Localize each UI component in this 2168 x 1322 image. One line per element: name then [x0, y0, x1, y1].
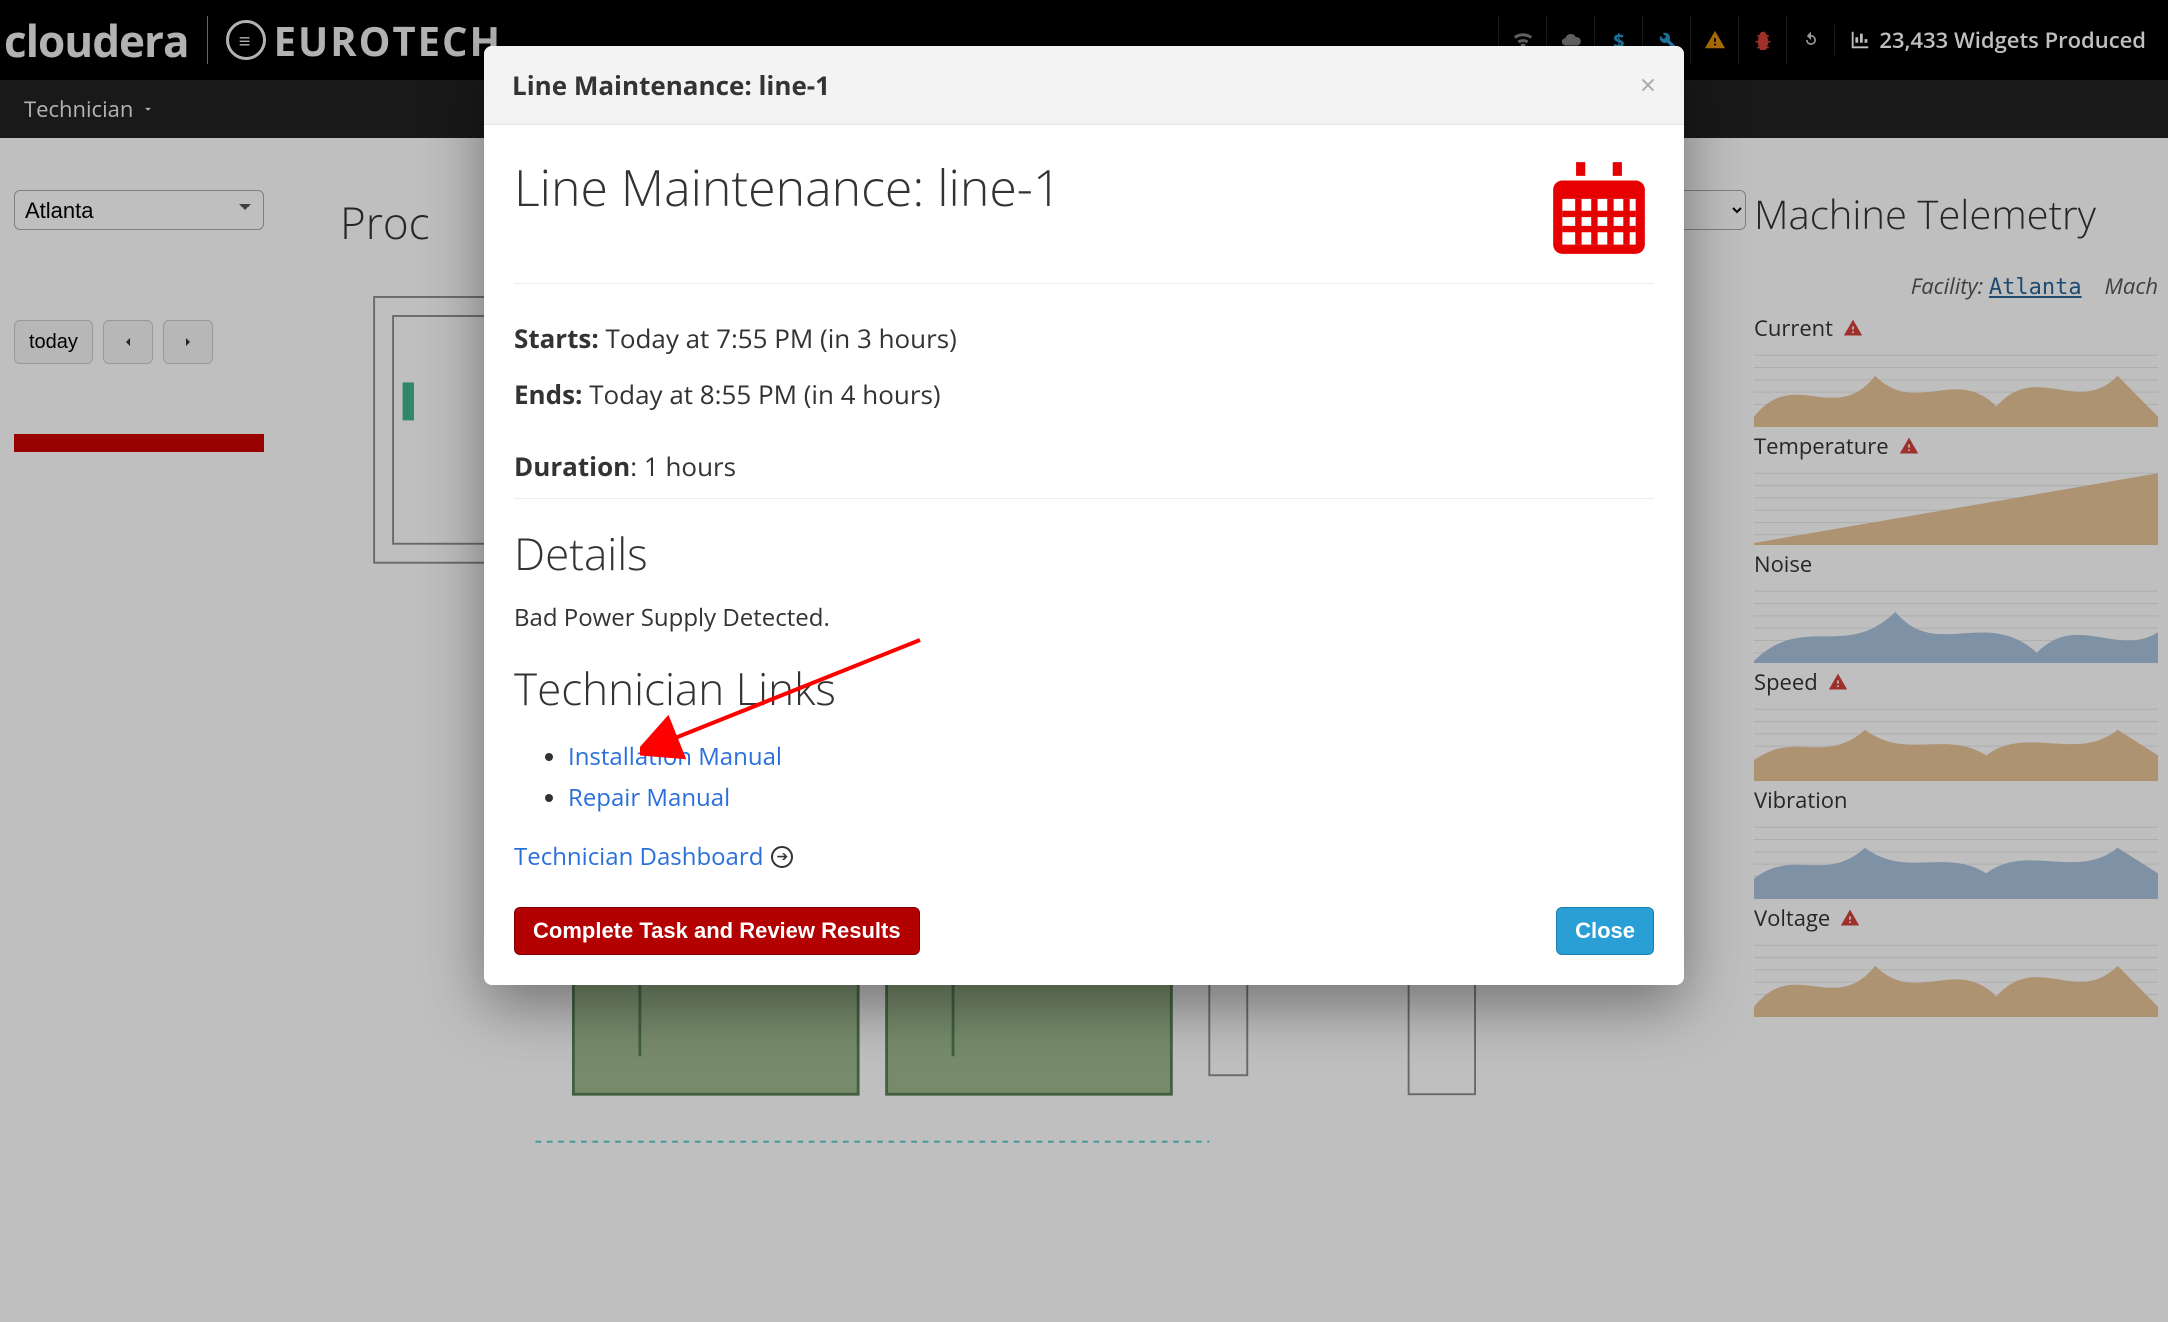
details-text: Bad Power Supply Detected. [514, 601, 1654, 634]
modal-close-x[interactable]: × [1640, 66, 1656, 104]
link-installation-manual[interactable]: Installation Manual [568, 740, 782, 773]
maintenance-ends: Ends: Today at 8:55 PM (in 4 hours) [514, 366, 1654, 438]
line-maintenance-modal: Line Maintenance: line-1 × Line Maintena… [484, 46, 1684, 985]
links-heading: Technician Links [514, 658, 1654, 718]
technician-links: Installation Manual Repair Manual [514, 736, 1654, 818]
modal-footer: Complete Task and Review Results Close [484, 885, 1684, 985]
close-button[interactable]: Close [1556, 907, 1654, 955]
maintenance-duration: Duration: 1 hours [514, 438, 1654, 494]
modal-title: Line Maintenance: line-1 [514, 153, 1061, 221]
maintenance-starts: Starts: Today at 7:55 PM (in 3 hours) [514, 310, 1654, 366]
details-heading: Details [514, 523, 1654, 583]
technician-dashboard-link[interactable]: Technician Dashboard [514, 840, 763, 873]
modal-overlay: Line Maintenance: line-1 × Line Maintena… [0, 0, 2168, 1322]
modal-header: Line Maintenance: line-1 × [484, 46, 1684, 125]
calendar-icon [1544, 153, 1654, 263]
circle-arrow-right-icon: ➔ [771, 846, 793, 868]
complete-task-button[interactable]: Complete Task and Review Results [514, 907, 920, 955]
technician-dashboard-link-row: Technician Dashboard ➔ [514, 840, 1654, 873]
modal-body: Line Maintenance: line-1 Starts: Today a… [484, 125, 1684, 885]
link-repair-manual[interactable]: Repair Manual [568, 781, 730, 814]
modal-header-title: Line Maintenance: line-1 [512, 67, 830, 103]
